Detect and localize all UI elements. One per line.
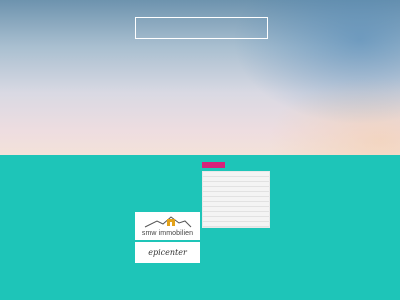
- smw-immobilien-logo-link[interactable]: smw immobilien: [135, 212, 200, 240]
- tab-marker[interactable]: [202, 162, 225, 168]
- note-panel: [202, 171, 270, 228]
- house-roof-icon: [144, 216, 191, 228]
- smw-logo-text: smw immobilien: [141, 230, 194, 237]
- search-input[interactable]: [135, 17, 268, 39]
- content-section: [0, 155, 400, 300]
- epicenter-logo-link[interactable]: epicenter: [135, 242, 200, 263]
- epicenter-logo-text: epicenter: [148, 248, 187, 257]
